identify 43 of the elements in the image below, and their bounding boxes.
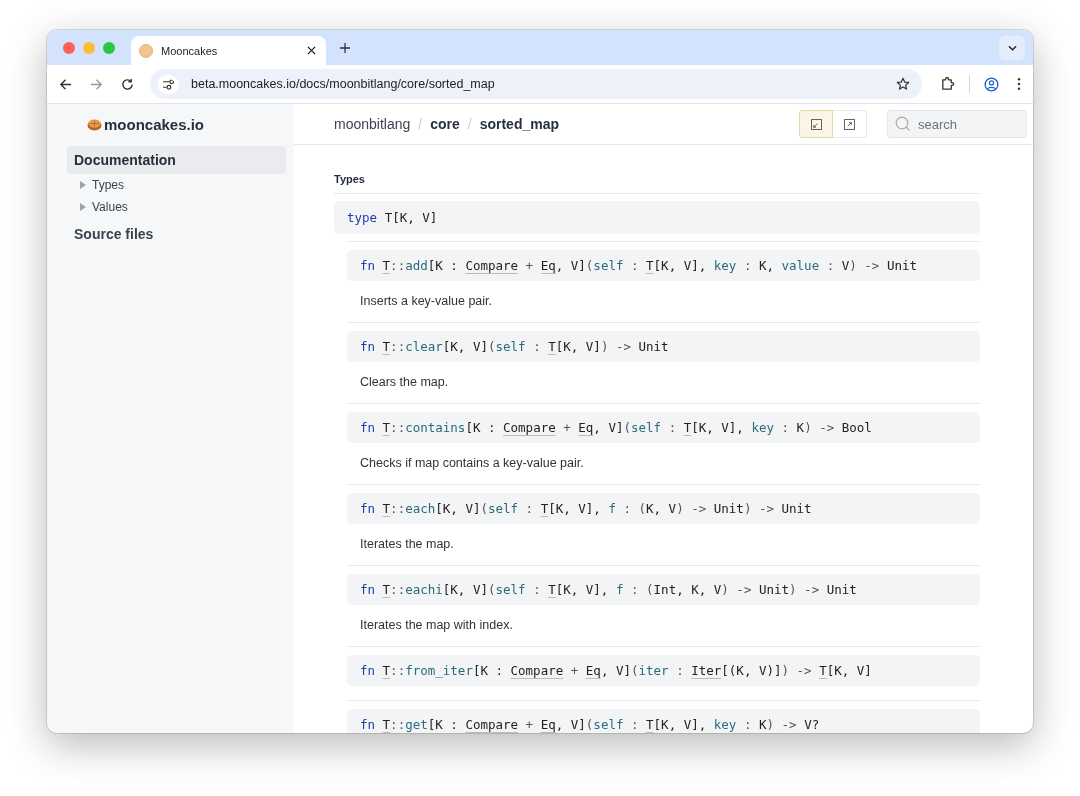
forward-icon[interactable]	[90, 77, 103, 91]
breadcrumb-link[interactable]: sorted_map	[479, 116, 559, 132]
function-description: Clears the map.	[359, 374, 450, 391]
sidebar-item[interactable]: Documentation	[67, 146, 286, 174]
function-description: Inserts a key-value pair.	[359, 293, 493, 310]
site-logo[interactable]: mooncakes.io	[104, 115, 205, 133]
function-signature: fn T::eachi[K, V](self : T[K, V], f : (Int, K, V) -> Unit) -> Unit	[347, 574, 980, 605]
sidebar-link[interactable]: Values	[92, 200, 128, 214]
chevron-down-icon[interactable]	[1007, 44, 1017, 51]
function-signature: fn T::clear[K, V](self : T[K, V]) -> Unit	[347, 331, 980, 362]
function-signature: fn T::each[K, V](self : T[K, V], f : (K, V) -> Unit) -> Unit	[347, 493, 980, 524]
new-tab-icon[interactable]	[340, 42, 350, 53]
search-field[interactable]: search	[887, 110, 1027, 138]
address-bar[interactable]: beta.mooncakes.io/docs/moonbitlang/core/sorted_map	[150, 69, 922, 99]
function-description: Iterates the map with index.	[359, 617, 514, 634]
sidebar-item[interactable]: Source files	[67, 220, 286, 248]
function-signature: fn T::contains[K : Compare + Eq, V](self : T[K, V], key : K) -> Bool	[347, 412, 980, 443]
profile-icon[interactable]	[984, 76, 999, 92]
function-signature: fn T::add[K : Compare + Eq, V](self : T[K, V], key : K, value : V) -> Unit	[347, 250, 980, 281]
mooncake-favicon-icon	[139, 43, 153, 58]
breadcrumb-link[interactable]: moonbitlang	[334, 116, 411, 132]
sidebar-link[interactable]: Types	[92, 178, 124, 192]
site-settings-icon[interactable]	[158, 74, 179, 94]
section-heading: Types	[334, 173, 980, 194]
type-declaration: type T[K, V]	[334, 201, 980, 234]
back-icon[interactable]	[59, 77, 72, 91]
view-toggle-button[interactable]	[799, 110, 833, 138]
breadcrumb-separator: /	[418, 116, 423, 132]
bookmark-star-icon[interactable]	[896, 77, 910, 91]
function-description: Iterates the map.	[359, 536, 455, 553]
function-description: Checks if map contains a key-value pair.	[359, 455, 585, 472]
view-toggle-button[interactable]	[833, 110, 867, 138]
reload-icon[interactable]	[121, 77, 134, 91]
extensions-icon[interactable]	[940, 76, 955, 92]
close-tab-icon[interactable]	[307, 46, 316, 55]
expand-arrow-icon	[844, 118, 855, 130]
menu-icon[interactable]	[1017, 77, 1021, 91]
breadcrumb-link[interactable]: core	[430, 116, 460, 132]
function-signature: fn T::get[K : Compare + Eq, V](self : T[K, V], key : K) -> V?	[347, 709, 980, 733]
mooncake-logo-icon	[87, 117, 102, 131]
function-signature: fn T::from_iter[K : Compare + Eq, V](iter : Iter[(K, V)]) -> T[K, V]	[347, 655, 980, 686]
browser-tab[interactable]: Mooncakes	[131, 36, 326, 65]
breadcrumb-separator: /	[467, 116, 472, 132]
